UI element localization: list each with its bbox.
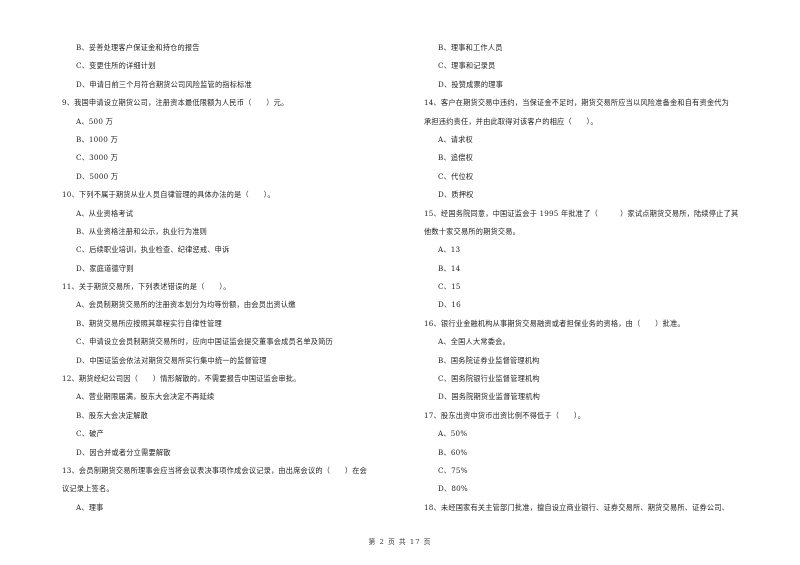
question-text: 9、我国申请设立期货公司，注册资本最低限额为人民币（ ）元。 bbox=[62, 98, 289, 108]
question-text: 16、银行业金融机构从事期货交易融资或者担保业务的资格，由（ ）批准。 bbox=[424, 318, 685, 328]
answer-option: A、500 万 bbox=[76, 116, 113, 126]
answer-option: D、因合并或者分立需要解散 bbox=[76, 447, 171, 457]
answer-option: C、变更住所的详细计划 bbox=[76, 61, 156, 71]
answer-option: C、理事和记录员 bbox=[438, 61, 496, 71]
answer-option: C、3000 万 bbox=[76, 153, 119, 163]
answer-option: A、全国人大常委会。 bbox=[438, 337, 510, 347]
right-column: B、理事和工作人员 C、理事和记录员 D、投赞成票的理事 14、客户在期货交易中违约，… bbox=[424, 44, 774, 522]
question-text: 10、下列不属于期货从业人员自律管理的具体办法的是（ ）。 bbox=[62, 190, 275, 200]
page-footer: 第 2 页 共 17 页 bbox=[368, 538, 432, 546]
answer-option: C、后续职业培训，执业检查、纪律惩戒、申诉 bbox=[76, 245, 230, 255]
answer-option: D、80% bbox=[438, 484, 468, 494]
answer-option: A、50% bbox=[438, 429, 468, 439]
question-text: 18、未经国家有关主管部门批准，擅自设立商业银行、证券交易所、期货交易所、证券公… bbox=[424, 502, 730, 512]
question-text: 议记录上签名。 bbox=[62, 484, 114, 494]
answer-option: A、请求权 bbox=[438, 134, 473, 144]
question-text: 15、经国务院同意，中国证监会于 1995 年批准了（ ）家试点期货交易所，陆续… bbox=[424, 208, 739, 218]
question-text: 他数十家交易所的期货交易。 bbox=[424, 226, 521, 236]
answer-option: A、会员制期货交易所的注册资本划分为均等份额，由会员出资认缴 bbox=[76, 300, 296, 310]
answer-option: B、妥善处理客户保证金和持仓的报告 bbox=[76, 43, 200, 52]
question-text: 11、关于期货交易所，下列表述错误的是（ ）。 bbox=[62, 282, 231, 292]
answer-option: D、国务院期货业监督管理机构 bbox=[438, 392, 541, 402]
answer-option: C、代位权 bbox=[438, 171, 474, 181]
question-text: 承担违约责任，并由此取得对该客户的相应（ ）。 bbox=[424, 116, 598, 126]
answer-option: D、投赞成票的理事 bbox=[438, 79, 504, 89]
answer-option: A、理事 bbox=[76, 502, 104, 512]
answer-option: B、股东大会决定解散 bbox=[76, 410, 148, 420]
left-column: B、妥善处理客户保证金和持仓的报告 C、变更住所的详细计划 D、申请日前三个月符合期… bbox=[62, 44, 412, 522]
document-page: B、妥善处理客户保证金和持仓的报告 C、变更住所的详细计划 D、申请日前三个月符合期… bbox=[0, 0, 800, 565]
answer-option: B、1000 万 bbox=[76, 134, 118, 144]
answer-option: C、75% bbox=[438, 465, 468, 475]
answer-option: D、5000 万 bbox=[76, 171, 119, 181]
answer-option: C、15 bbox=[438, 282, 461, 292]
question-text: 13、会员制期货交易所理事会应当将会议表决事项作成会议记录，由出席会议的（ ）在… bbox=[62, 465, 368, 475]
answer-option: D、中国证监会依法对期货交易所实行集中统一的监督管理 bbox=[76, 355, 267, 365]
answer-option: B、从业资格注册和公示，执业行为准则 bbox=[76, 226, 208, 236]
answer-option: C、申请设立会员制期货交易所时，应向中国证监会提交董事会成员名单及简历 bbox=[76, 337, 333, 347]
answer-option: B、14 bbox=[438, 263, 461, 273]
answer-option: B、期货交易所应按照其章程实行自律性管理 bbox=[76, 318, 222, 328]
answer-option: A、从业资格考试 bbox=[76, 208, 134, 218]
question-text: 12、期货经纪公司因（ ）情形解散的，不需要报告中国证监会审批。 bbox=[62, 374, 301, 384]
question-text: 14、客户在期货交易中违约，当保证金不足时，期货交易所应当以风险准备金和自有资金… bbox=[424, 98, 730, 108]
answer-option: A、13 bbox=[438, 245, 461, 255]
answer-option: D、申请日前三个月符合期货公司风险监管的指标标准 bbox=[76, 79, 252, 89]
answer-option: C、国务院银行业监督管理机构 bbox=[438, 374, 540, 384]
answer-option: A、营业期限届满，股东大会决定不再延续 bbox=[76, 392, 215, 402]
answer-option: B、60% bbox=[438, 447, 468, 457]
question-text: 17、股东出资中货币出资比例不得低于（ ）。 bbox=[424, 410, 586, 420]
answer-option: C、破产 bbox=[76, 429, 104, 439]
answer-option: B、国务院证券业监督管理机构 bbox=[438, 355, 540, 365]
answer-option: D、质押权 bbox=[438, 190, 474, 200]
answer-option: D、家庭道德守则 bbox=[76, 263, 134, 273]
answer-option: B、追偿权 bbox=[438, 153, 474, 163]
answer-option: D、16 bbox=[438, 300, 461, 310]
answer-option: B、理事和工作人员 bbox=[438, 43, 503, 52]
